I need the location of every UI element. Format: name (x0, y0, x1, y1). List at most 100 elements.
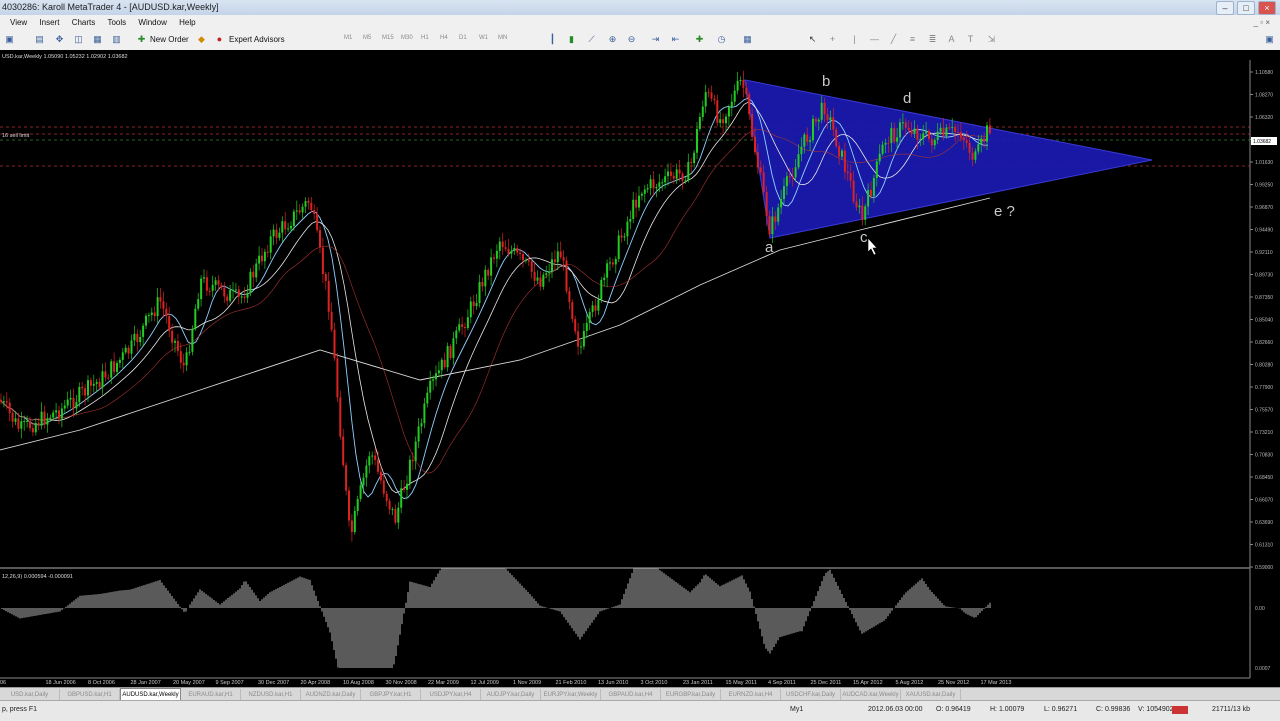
date-label: 25 Dec 2011 (811, 680, 842, 686)
indicators-icon[interactable]: ✚ (694, 34, 705, 45)
chart-tab[interactable]: EURGBP.kar,Daily (661, 689, 721, 700)
help-icon[interactable]: ▣ (1264, 34, 1275, 45)
chart-tab[interactable]: AUDUSD.kar,Weekly (120, 688, 181, 700)
chart-tab[interactable]: EURJPY.kar,Weekly (541, 689, 601, 700)
timeframe-m15[interactable]: M15 (382, 35, 394, 41)
navigator-icon[interactable]: ▦ (92, 34, 103, 45)
menu-insert[interactable]: Insert (39, 15, 59, 30)
periods-icon[interactable]: ◷ (716, 34, 727, 45)
timeframe-w1[interactable]: W1 (479, 35, 488, 41)
text-tool-icon[interactable]: A (946, 34, 957, 45)
profiles-icon[interactable]: ▤ (34, 34, 45, 45)
status-profile[interactable]: My1 (790, 706, 803, 713)
chart-tab[interactable]: USD.kar,Daily (0, 689, 60, 700)
candle-body (542, 274, 545, 287)
menu-charts[interactable]: Charts (72, 15, 96, 30)
crosshair-tool-icon[interactable]: ✥ (54, 34, 65, 45)
chart-tab[interactable]: XAUUSD.kar,Daily (901, 689, 961, 700)
chart-tab[interactable]: AUDCAD.kar,Weekly (841, 689, 901, 700)
chart-tab[interactable]: GBPJPY.kar,H1 (361, 689, 421, 700)
date-label: 20 May 2007 (173, 680, 205, 686)
vertical-line-icon[interactable]: | (849, 34, 860, 45)
candle-body (904, 122, 907, 128)
candle-body (887, 142, 890, 144)
menu-view[interactable]: View (10, 15, 27, 30)
maximize-button[interactable]: □ (1237, 1, 1255, 15)
menu-help[interactable]: Help (179, 15, 195, 30)
expert-advisors-icon[interactable]: ● (214, 34, 225, 45)
candle-body (774, 216, 777, 222)
minimize-button[interactable]: – (1216, 1, 1234, 15)
candle-body (388, 500, 391, 510)
candle-body (777, 207, 780, 222)
chart-tab[interactable]: AUDNZD.kar,Daily (301, 689, 361, 700)
candle-body (362, 477, 365, 486)
chart-tab[interactable]: USDCHF.kar,Daily (781, 689, 841, 700)
candle-body (922, 133, 925, 139)
price-chart[interactable]: a b c d e ? USD.kar,Weekly 1.05090 1.052… (0, 50, 1280, 687)
chart-tab[interactable]: GBPUSD.kar,H1 (60, 689, 120, 700)
candle-body (725, 116, 727, 124)
candlestick-icon[interactable]: ▮ (566, 34, 577, 45)
channel-icon[interactable]: ≡ (907, 34, 918, 45)
chart-shift-icon[interactable]: ⇤ (670, 34, 681, 45)
market-watch-icon[interactable]: ◫ (73, 34, 84, 45)
chart-tab[interactable]: EURAUD.kar,H1 (181, 689, 241, 700)
candle-body (504, 247, 507, 249)
timeframe-h1[interactable]: H1 (421, 35, 429, 41)
candle-body (275, 229, 278, 238)
menu-window[interactable]: Window (138, 15, 166, 30)
trendline-icon[interactable]: ╱ (888, 34, 899, 45)
candle-body (316, 214, 319, 231)
arrows-icon[interactable]: ⇲ (986, 34, 997, 45)
fibonacci-icon[interactable]: ≣ (927, 34, 938, 45)
new-order-icon[interactable]: ✚ (136, 34, 147, 45)
metaeditor-icon[interactable]: ◆ (196, 34, 207, 45)
horizontal-line-icon[interactable]: — (869, 34, 880, 45)
price-label: 1.06320 (1255, 115, 1273, 121)
new-chart-icon[interactable]: ▣ (4, 34, 15, 45)
timeframe-h4[interactable]: H4 (440, 35, 448, 41)
bar-chart-icon[interactable]: ┃ (547, 34, 558, 45)
candle-body (281, 221, 284, 233)
timeframe-m5[interactable]: M5 (363, 35, 371, 41)
chart-tab[interactable]: EURNZD.kar,H4 (721, 689, 781, 700)
timeframe-mn[interactable]: MN (498, 35, 507, 41)
line-chart-icon[interactable]: ⟋ (586, 34, 597, 45)
date-label: 15 May 2011 (726, 680, 757, 686)
chart-tab[interactable]: USDJPY.kar,H4 (421, 689, 481, 700)
chart-tab[interactable]: NZDUSD.kar,H1 (241, 689, 301, 700)
date-label: 12 Jul 2009 (471, 680, 499, 686)
candle-body (614, 259, 617, 265)
candle-body (176, 340, 179, 352)
candle-body (864, 206, 867, 220)
terminal-icon[interactable]: ▥ (111, 34, 122, 45)
close-button[interactable]: × (1258, 1, 1276, 15)
candle-body (324, 274, 327, 281)
candle-body (191, 328, 194, 352)
auto-scroll-icon[interactable]: ⇥ (650, 34, 661, 45)
timeframe-m1[interactable]: M1 (344, 35, 352, 41)
candle-body (675, 169, 678, 179)
price-label: 0.94490 (1255, 228, 1273, 234)
zoom-out-icon[interactable]: ⊖ (626, 34, 637, 45)
text-label-icon[interactable]: T (965, 34, 976, 45)
menu-tools[interactable]: Tools (107, 15, 126, 30)
expert-advisors-button[interactable]: Expert Advisors (229, 33, 285, 47)
candle-body (580, 346, 582, 348)
price-label: 0.70830 (1255, 453, 1273, 459)
templates-icon[interactable]: ▦ (742, 34, 753, 45)
chart-tab[interactable]: AUDJPY.kar,Daily (481, 689, 541, 700)
mdi-buttons[interactable]: _ ▫ × (1254, 15, 1270, 30)
timeframe-d1[interactable]: D1 (459, 35, 467, 41)
candle-body (620, 235, 623, 238)
cursor-tool-icon[interactable]: ↖ (807, 34, 818, 45)
new-order-button[interactable]: New Order (150, 33, 189, 47)
timeframe-m30[interactable]: M30 (401, 35, 413, 41)
candle-body (356, 498, 359, 512)
chart-tab[interactable]: GBPAUD.kar,H4 (601, 689, 661, 700)
candle-body (31, 428, 34, 433)
zoom-in-icon[interactable]: ⊕ (607, 34, 618, 45)
crosshair-icon[interactable]: + (827, 34, 838, 45)
candle-body (14, 418, 17, 422)
